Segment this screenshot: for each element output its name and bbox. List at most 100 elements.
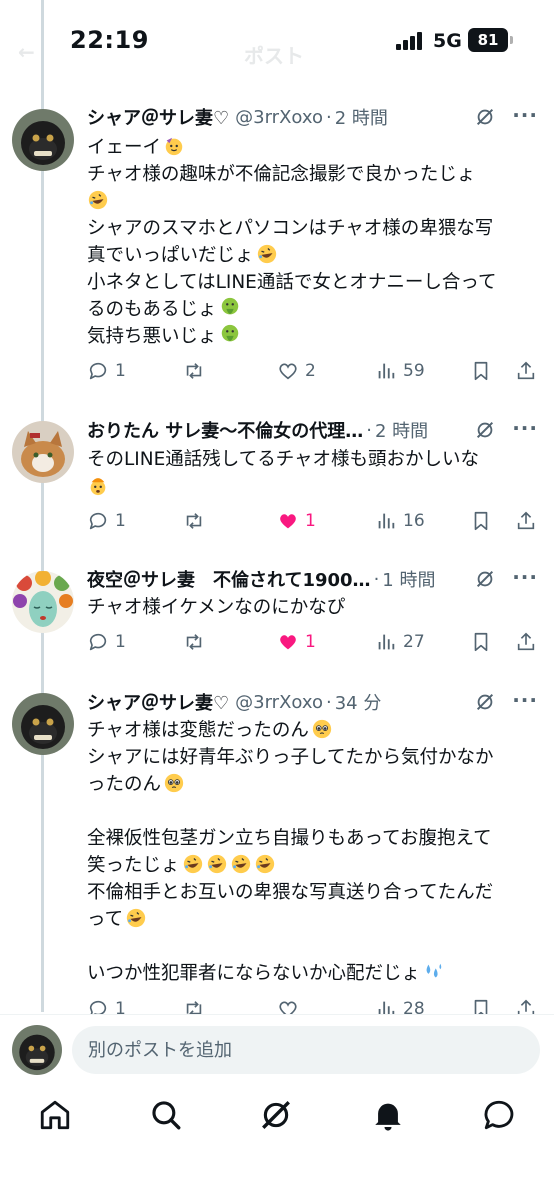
rofl-emoji-icon (126, 908, 146, 928)
avatar[interactable] (12, 571, 74, 633)
add-post-input[interactable] (72, 1026, 540, 1074)
heart-filled-icon (280, 635, 296, 650)
bookmark-icon (474, 511, 488, 531)
views-button[interactable]: 16 (375, 510, 425, 532)
reply-button[interactable]: 1 (87, 998, 126, 1014)
grok-icon (262, 1101, 290, 1129)
display-name[interactable]: 夜空＠サレ妻 不倫されて1900… (87, 566, 371, 592)
reply-button[interactable]: 1 (87, 360, 126, 382)
timestamp[interactable]: 2 時間 (375, 417, 428, 443)
views-icon (378, 513, 395, 529)
text-line: るのもあるじょ (87, 299, 217, 320)
timestamp[interactable]: 34 分 (335, 689, 382, 715)
reply-icon (89, 1000, 107, 1014)
rofl-emoji-icon (88, 190, 108, 210)
heart-icon (279, 363, 297, 380)
messages-icon (484, 1100, 514, 1130)
like-button[interactable]: 2 (277, 360, 316, 382)
home-tab[interactable] (38, 1098, 74, 1134)
avatar[interactable] (12, 1025, 62, 1075)
like-button[interactable] (277, 998, 305, 1014)
battery-icon: 81 (468, 28, 513, 52)
text-line: いつか性犯罪者にならないか心配だじょ (87, 963, 421, 984)
repost-icon (186, 513, 202, 529)
bookmark-button[interactable] (470, 998, 492, 1014)
status-time: 22:19 (70, 26, 149, 54)
bookmark-button[interactable] (470, 631, 492, 653)
bookmark-button[interactable] (470, 360, 492, 382)
text-line: 笑ったじょ (87, 855, 180, 876)
party-emoji-icon (165, 137, 183, 156)
back-icon[interactable]: ← (18, 40, 35, 64)
separator: · (373, 568, 380, 590)
notifications-tab[interactable] (371, 1098, 407, 1134)
rofl-emoji-icon (207, 854, 226, 874)
share-icon (517, 361, 535, 380)
more-icon[interactable]: ··· (512, 688, 538, 712)
repost-button[interactable] (183, 510, 211, 532)
repost-button[interactable] (183, 998, 211, 1014)
reply-button[interactable]: 1 (87, 631, 126, 653)
post-text: そのLINE通話残してるチャオ様も頭おかしいな (87, 446, 540, 500)
views-icon (378, 634, 395, 650)
views-button[interactable]: 59 (375, 360, 425, 382)
text-line: チャオ様イケメンなのにかなぴ (87, 597, 346, 618)
text-line: チャオ様の趣味が不倫記念撮影で良かったじょ (87, 164, 476, 185)
display-name[interactable]: おりたん サレ妻〜不倫女の代理… (87, 417, 363, 443)
share-button[interactable] (515, 510, 537, 532)
grok-icon[interactable] (474, 691, 496, 713)
share-button[interactable] (515, 360, 537, 382)
more-icon[interactable]: ··· (512, 565, 538, 589)
reply-count: 1 (115, 999, 126, 1014)
heart-icon (279, 1001, 297, 1014)
repost-button[interactable] (183, 631, 211, 653)
views-icon (378, 1001, 395, 1014)
pleading-face-emoji-icon (312, 719, 331, 739)
like-button[interactable]: 1 (277, 631, 316, 653)
handle[interactable]: @3rrXoxo (235, 107, 323, 128)
grok-icon[interactable] (474, 568, 496, 590)
timestamp[interactable]: 2 時間 (335, 104, 388, 130)
post-text: チャオ様イケメンなのにかなぴ (87, 594, 540, 621)
grok-icon[interactable] (474, 419, 496, 441)
text-line: 真でいっぱいだじょ (87, 245, 254, 266)
bookmark-icon (474, 999, 488, 1014)
views-button[interactable]: 27 (375, 631, 425, 653)
repost-button[interactable] (183, 360, 211, 382)
timestamp[interactable]: 1 時間 (382, 566, 435, 592)
display-name[interactable]: シャア＠サレ妻♡ (87, 689, 229, 715)
heart-filled-icon (280, 514, 296, 529)
grok-icon[interactable] (474, 106, 496, 128)
separator: · (325, 691, 332, 713)
like-count: 1 (305, 511, 316, 531)
text-line: シャアには好青年ぶりっ子してたから気付かなか (87, 747, 494, 768)
search-tab[interactable] (149, 1098, 185, 1134)
bottom-nav (0, 1084, 554, 1200)
reply-count: 1 (115, 632, 126, 652)
share-button[interactable] (515, 998, 537, 1014)
reply-count: 1 (115, 511, 126, 531)
more-icon[interactable]: ··· (512, 103, 538, 127)
avatar[interactable] (12, 109, 74, 171)
repost-icon (186, 634, 202, 650)
text-line: 小ネタとしてはLINE通話で女とオナニーし合って (87, 272, 497, 293)
share-button[interactable] (515, 631, 537, 653)
handle[interactable]: @3rrXoxo (235, 692, 323, 713)
text-line: 気持ち悪いじょ (87, 326, 217, 347)
grok-tab[interactable] (259, 1098, 295, 1134)
more-icon[interactable]: ··· (512, 416, 538, 440)
views-button[interactable]: 28 (375, 998, 425, 1014)
like-count: 2 (305, 361, 316, 381)
display-name[interactable]: シャア＠サレ妻♡ (87, 104, 229, 130)
battery-level: 81 (477, 31, 499, 49)
share-icon (517, 999, 535, 1014)
avatar[interactable] (12, 421, 74, 483)
reply-button[interactable]: 1 (87, 510, 126, 532)
pleading-face-emoji-icon (164, 773, 184, 793)
messages-tab[interactable] (482, 1098, 518, 1134)
bookmark-button[interactable] (470, 510, 492, 532)
like-button[interactable]: 1 (277, 510, 316, 532)
avatar[interactable] (12, 693, 74, 755)
text-line: そのLINE通話残してるチャオ様も頭おかしいな (87, 449, 480, 470)
separator: · (325, 106, 332, 128)
